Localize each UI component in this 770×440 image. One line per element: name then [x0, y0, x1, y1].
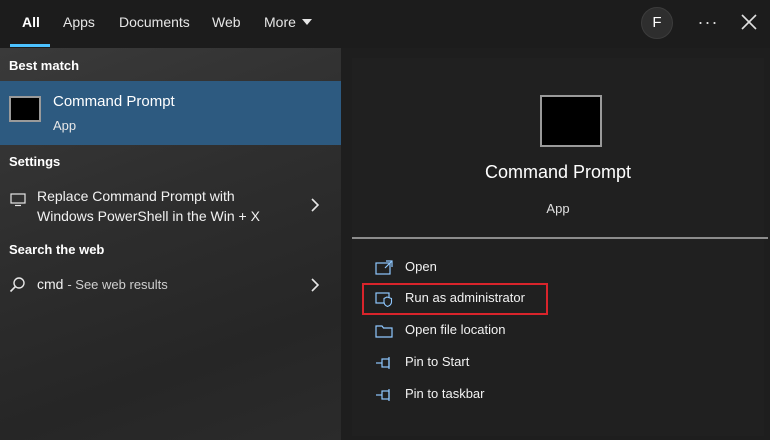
- tab-apps[interactable]: Apps: [63, 0, 95, 48]
- action-pin-to-start-label: Pin to Start: [405, 354, 470, 369]
- action-pin-to-taskbar-label: Pin to taskbar: [405, 386, 485, 401]
- active-tab-indicator: [10, 44, 50, 47]
- preview-divider: [352, 237, 768, 239]
- preview-card: Command Prompt App: [352, 58, 764, 436]
- close-icon[interactable]: [738, 11, 760, 33]
- search-icon: [9, 277, 25, 293]
- web-search-item[interactable]: cmd - See web results: [0, 270, 341, 300]
- command-prompt-large-icon: [540, 95, 602, 147]
- monitor-icon: [10, 193, 26, 207]
- search-web-heading: Search the web: [9, 242, 105, 257]
- tab-apps-label: Apps: [63, 14, 95, 30]
- tab-more[interactable]: More: [264, 0, 312, 48]
- action-open-file-location-label: Open file location: [405, 322, 506, 337]
- tab-documents[interactable]: Documents: [119, 0, 190, 48]
- tab-all[interactable]: All: [22, 0, 40, 48]
- tab-web-label: Web: [212, 14, 241, 30]
- search-header: All Apps Documents Web More F ···: [0, 0, 770, 48]
- action-open-file-location[interactable]: Open file location: [375, 320, 625, 342]
- web-query-text: cmd: [37, 276, 64, 292]
- highlight-box: [362, 283, 548, 315]
- preview-panel: Command Prompt App Open Run as administr…: [341, 48, 770, 440]
- tab-documents-label: Documents: [119, 14, 190, 30]
- web-query: cmd - See web results: [37, 274, 168, 295]
- preview-title: Command Prompt: [484, 162, 632, 182]
- tab-web[interactable]: Web: [212, 0, 241, 48]
- best-match-title: Command Prompt: [53, 93, 175, 110]
- pin-icon: [376, 389, 390, 401]
- tab-more-label: More: [264, 14, 296, 30]
- more-options-icon[interactable]: ···: [697, 8, 719, 36]
- pin-icon: [376, 357, 390, 369]
- results-panel: Best match Command Prompt App Settings R…: [0, 48, 341, 440]
- action-open-label: Open: [405, 259, 437, 274]
- chevron-right-icon: [311, 198, 320, 212]
- tab-all-label: All: [22, 14, 40, 30]
- chevron-right-icon: [311, 278, 320, 292]
- open-icon: [375, 260, 393, 275]
- action-pin-to-start[interactable]: Pin to Start: [375, 352, 625, 374]
- settings-item-line1: Replace Command Prompt with: [37, 188, 235, 204]
- action-open[interactable]: Open: [375, 257, 625, 279]
- avatar[interactable]: F: [641, 7, 673, 39]
- settings-item-line2: Windows PowerShell in the Win + X: [37, 208, 260, 224]
- best-match-heading: Best match: [9, 58, 80, 73]
- command-prompt-icon: [9, 96, 41, 122]
- folder-icon: [375, 325, 393, 338]
- web-results-suffix: - See web results: [67, 277, 168, 292]
- caret-down-icon: [301, 19, 312, 25]
- settings-heading: Settings: [9, 154, 61, 169]
- settings-result-item[interactable]: Replace Command Prompt with Windows Powe…: [0, 180, 341, 230]
- best-match-item[interactable]: Command Prompt App: [0, 81, 341, 145]
- action-pin-to-taskbar[interactable]: Pin to taskbar: [375, 384, 625, 406]
- best-match-subtitle: App: [53, 118, 77, 133]
- preview-subtitle: App: [546, 201, 570, 216]
